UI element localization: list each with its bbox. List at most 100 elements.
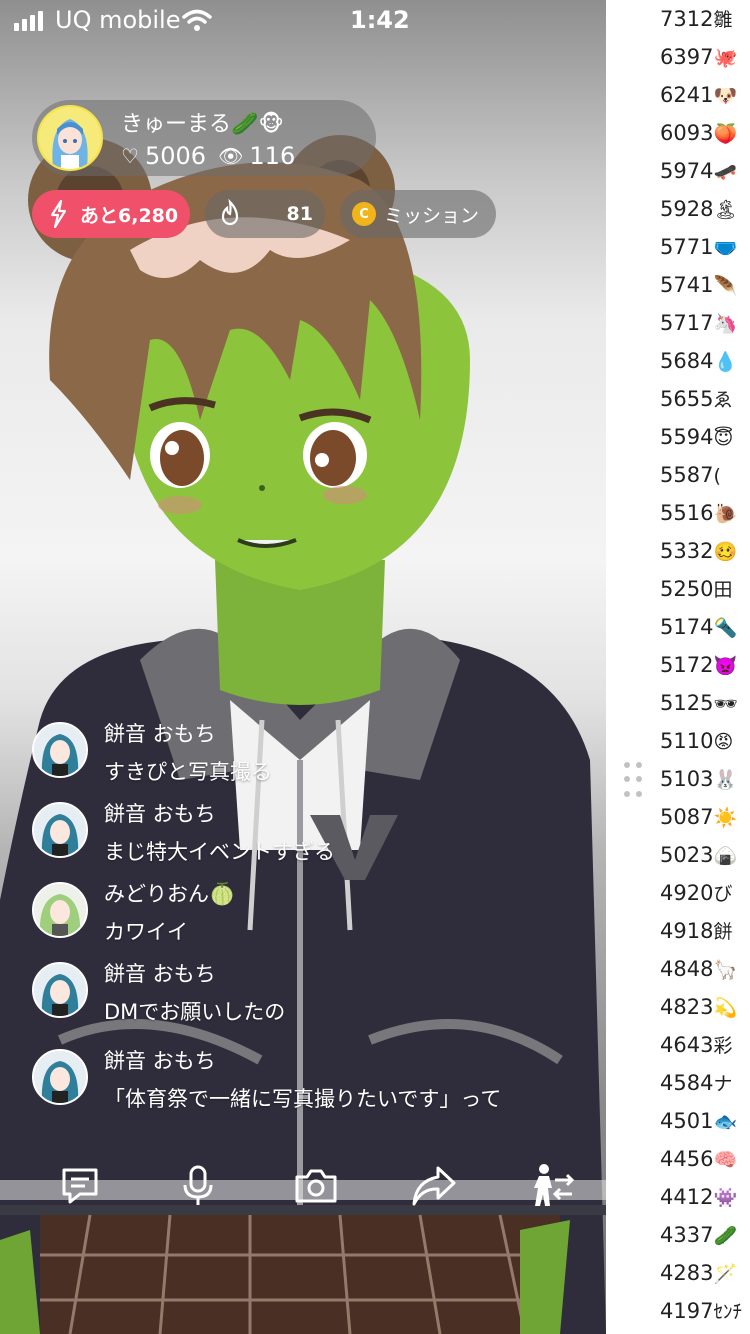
- heart-count: 5006: [144, 142, 207, 170]
- ranking-item[interactable]: 5332🥴: [660, 536, 737, 566]
- ranking-item[interactable]: 4584ナ: [660, 1068, 732, 1098]
- ranking-item[interactable]: 5771🩲: [660, 232, 737, 262]
- rank-icon: 🕶: [713, 693, 738, 715]
- ranking-item[interactable]: 5087☀️: [660, 802, 737, 832]
- ranking-item[interactable]: 5741🪶: [660, 270, 737, 300]
- ranking-drag-handle[interactable]: [624, 762, 644, 800]
- ranking-item[interactable]: 4412👾: [660, 1182, 737, 1212]
- wifi-icon: [182, 9, 212, 31]
- ranking-item[interactable]: 7312雛: [660, 4, 732, 34]
- coin-icon: C: [352, 202, 376, 226]
- rank-icon: 🦄: [713, 313, 738, 335]
- goal-pill[interactable]: あと6,280: [32, 190, 190, 238]
- goal-remaining-text: あと6,280: [80, 204, 179, 227]
- ranking-item[interactable]: 5974🛹: [660, 156, 737, 186]
- eye-icon: 👁: [218, 144, 244, 168]
- rank-icon: 🥴: [713, 541, 738, 563]
- ranking-item[interactable]: 5928🏝: [660, 194, 738, 224]
- microphone-icon: [183, 1165, 213, 1205]
- rank-score: 5174: [660, 615, 714, 639]
- ranking-item[interactable]: 4848🦙: [660, 954, 737, 984]
- comment-item[interactable]: 餅音 おもち 「体育祭で一緒に写真撮りたいです」って: [32, 1045, 592, 1121]
- rank-score: 5928: [660, 197, 714, 221]
- ranking-item[interactable]: 5103🐰: [660, 764, 737, 794]
- commenter-avatar[interactable]: [32, 722, 88, 778]
- ranking-item[interactable]: 4920び: [660, 878, 732, 908]
- ranking-item[interactable]: 5023🍙: [660, 840, 737, 870]
- camera-button[interactable]: [292, 1162, 340, 1210]
- comment-username: 餅音 おもち: [104, 722, 216, 746]
- viewer-count: 116: [249, 142, 296, 170]
- comment-icon: [62, 1168, 98, 1204]
- comment-item[interactable]: みどりおん🍈 カワイイ: [32, 878, 592, 954]
- rank-icon: 雛: [713, 9, 733, 31]
- ranking-item[interactable]: 5125🕶: [660, 688, 738, 718]
- rank-score: 5110: [660, 729, 714, 753]
- rank-icon: 🪄: [713, 1263, 738, 1285]
- rank-score: 5587: [660, 463, 714, 487]
- ranking-item[interactable]: 5684💧: [660, 346, 737, 376]
- rank-icon: ゑ: [713, 389, 733, 411]
- comment-username: 餅音 おもち: [104, 1049, 216, 1073]
- rank-score: 5023: [660, 843, 714, 867]
- commenter-avatar[interactable]: [32, 962, 88, 1018]
- rank-icon: び: [713, 883, 733, 905]
- ranking-item[interactable]: 4643彩: [660, 1030, 732, 1060]
- streamer-profile-avatar[interactable]: [37, 105, 103, 171]
- collab-button[interactable]: [528, 1162, 576, 1210]
- ranking-item[interactable]: 5594😇: [660, 422, 733, 452]
- commenter-avatar[interactable]: [32, 1049, 88, 1105]
- share-button[interactable]: [410, 1162, 458, 1210]
- rank-icon: 餅: [713, 921, 733, 943]
- ranking-item[interactable]: 4197ｾﾝﾁ: [660, 1296, 742, 1326]
- rank-score: 4584: [660, 1071, 714, 1095]
- comment-username: 餅音 おもち: [104, 962, 216, 986]
- comment-item[interactable]: 餅音 おもち DMでお願いしたの: [32, 958, 592, 1034]
- commenter-avatar[interactable]: [32, 802, 88, 858]
- ranking-item[interactable]: 5587(: [660, 460, 721, 490]
- ranking-item[interactable]: 5516🐌: [660, 498, 737, 528]
- ranking-item[interactable]: 4456🧠: [660, 1144, 737, 1174]
- commenter-avatar[interactable]: [32, 882, 88, 938]
- ranking-item[interactable]: 4283🪄: [660, 1258, 737, 1288]
- rank-score: 4918: [660, 919, 714, 943]
- rank-score: 6093: [660, 121, 714, 145]
- camera-icon: [295, 1169, 337, 1203]
- fire-pill[interactable]: 81: [205, 190, 325, 238]
- comment-item[interactable]: 餅音 おもち すきぴと写真撮る: [32, 718, 592, 794]
- rank-icon: 彩: [713, 1035, 733, 1057]
- streamer-stats: ♡ 5006 👁 116: [121, 142, 295, 170]
- ranking-item[interactable]: 5110😡: [660, 726, 733, 756]
- rank-icon: 🥒: [713, 1225, 738, 1247]
- ranking-item[interactable]: 5174🔦: [660, 612, 737, 642]
- rank-icon: 🏝: [713, 199, 738, 221]
- ranking-item[interactable]: 6241🐶: [660, 80, 737, 110]
- comment-button[interactable]: [56, 1162, 104, 1210]
- ranking-item[interactable]: 5717🦄: [660, 308, 737, 338]
- ranking-item[interactable]: 4501🐟: [660, 1106, 737, 1136]
- comment-item[interactable]: 餅音 おもち まじ特大イベントすぎる: [32, 798, 592, 874]
- rank-score: 5741: [660, 273, 714, 297]
- status-bar: UQ mobile 1:42: [0, 0, 606, 40]
- rank-score: 5684: [660, 349, 714, 373]
- ranking-item[interactable]: 4823💫: [660, 992, 737, 1022]
- rank-icon: 💧: [713, 351, 738, 373]
- comment-message: カワイイ: [104, 920, 188, 944]
- ranking-item[interactable]: 5250田: [660, 574, 732, 604]
- rank-icon: ☀️: [713, 807, 738, 829]
- streamer-info-card[interactable]: きゅーまる🥒🐵 ♡ 5006 👁 116: [32, 100, 376, 176]
- mission-pill[interactable]: C ミッション: [340, 190, 496, 238]
- ranking-item[interactable]: 6397🐙: [660, 42, 737, 72]
- ranking-item[interactable]: 6093🍑: [660, 118, 737, 148]
- ranking-item[interactable]: 4337🥒: [660, 1220, 737, 1250]
- streamer-name: きゅーまる🥒🐵: [121, 112, 284, 137]
- ranking-item[interactable]: 5172👿: [660, 650, 737, 680]
- ranking-item[interactable]: 5655ゑ: [660, 384, 732, 414]
- rank-score: 7312: [660, 7, 714, 31]
- ranking-item[interactable]: 4918餅: [660, 916, 732, 946]
- microphone-button[interactable]: [174, 1162, 222, 1210]
- signal-icon: [14, 11, 43, 31]
- rank-icon: 🐰: [713, 769, 738, 791]
- comment-message: すきぴと写真撮る: [104, 760, 272, 784]
- rank-icon: 🐟: [713, 1111, 738, 1133]
